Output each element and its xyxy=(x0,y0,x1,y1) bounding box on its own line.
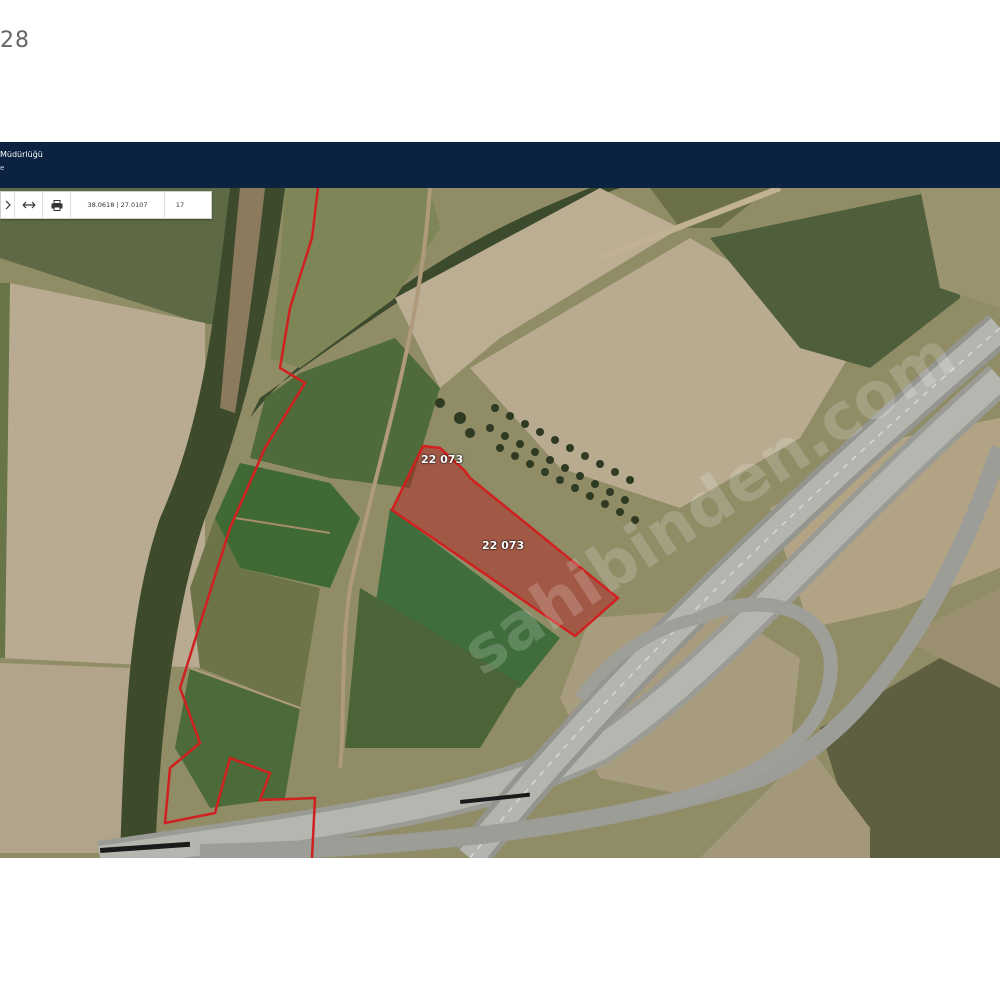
chevron-icon xyxy=(5,200,11,210)
zoom-level: 17 xyxy=(175,201,185,209)
map-toolbar: 38.0618 | 27.0107 17 xyxy=(0,191,212,219)
header-subtitle: e xyxy=(0,164,5,172)
map-view[interactable]: 22 073 22 073 sahibinden.com xyxy=(0,188,1000,858)
printer-icon xyxy=(51,199,62,211)
parcel-small-label: 22 073 xyxy=(421,453,464,466)
arrows-horizontal-icon xyxy=(22,201,35,209)
app-header: Müdürlüğü e xyxy=(0,142,1000,188)
parcel-main-label[interactable]: 22 073 xyxy=(482,539,524,552)
print-button[interactable] xyxy=(43,192,71,218)
page-number: 28 xyxy=(0,28,30,53)
coordinate-readout: 38.0618 | 27.0107 xyxy=(71,192,165,218)
header-title: Müdürlüğü xyxy=(0,150,43,159)
aerial-imagery xyxy=(0,188,1000,858)
toolbar-edge-button[interactable] xyxy=(1,192,15,218)
measure-button[interactable] xyxy=(15,192,43,218)
